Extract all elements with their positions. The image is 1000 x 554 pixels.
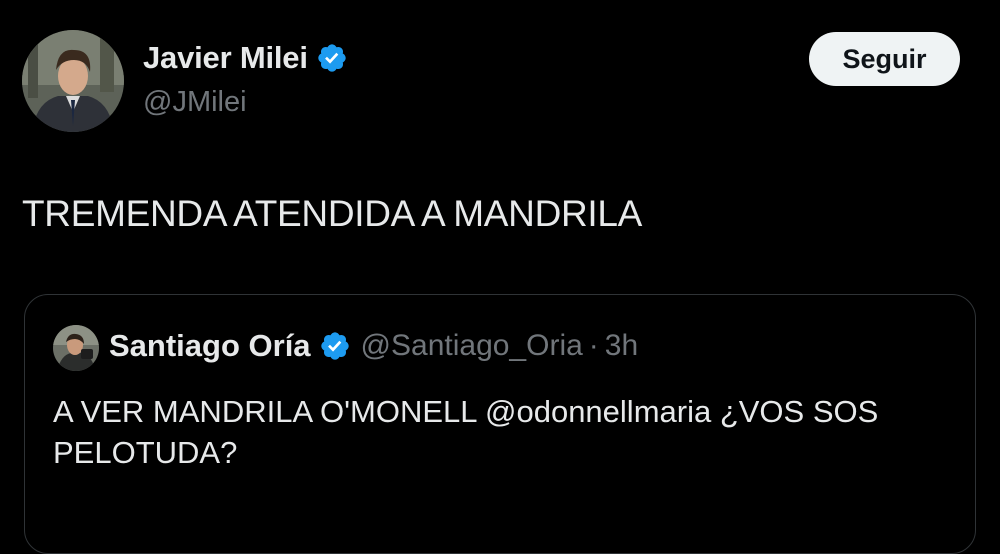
- author-handle[interactable]: @JMilei: [143, 86, 247, 119]
- follow-button[interactable]: Seguir: [809, 32, 960, 86]
- tweet-text: TREMENDA ATENDIDA A MANDRILA: [22, 193, 643, 234]
- author-avatar-image: [22, 30, 124, 132]
- quoted-timestamp[interactable]: 3h: [605, 329, 638, 363]
- quoted-author-handle[interactable]: @Santiago_Oria: [361, 329, 583, 363]
- quoted-author-avatar[interactable]: [53, 325, 99, 371]
- quoted-header: Santiago Oría @Santiago_Oria · 3h: [109, 328, 638, 364]
- quoted-tweet-text: A VER MANDRILA O'MONELL @odonnellmaria ¿…: [53, 394, 879, 470]
- tweet-card: Javier Milei @JMilei Seguir TREMENDA ATE…: [0, 0, 1000, 554]
- author-name-row: Javier Milei: [143, 40, 348, 76]
- quoted-author-name[interactable]: Santiago Oría: [109, 328, 311, 364]
- quoted-tweet[interactable]: Santiago Oría @Santiago_Oria · 3h A VER …: [24, 294, 976, 554]
- verified-badge-icon: [316, 42, 348, 74]
- quoted-author-avatar-image: [53, 325, 99, 371]
- separator-dot: ·: [588, 329, 599, 362]
- verified-badge-icon: [319, 330, 351, 362]
- author-name[interactable]: Javier Milei: [143, 40, 308, 76]
- author-avatar[interactable]: [22, 30, 124, 132]
